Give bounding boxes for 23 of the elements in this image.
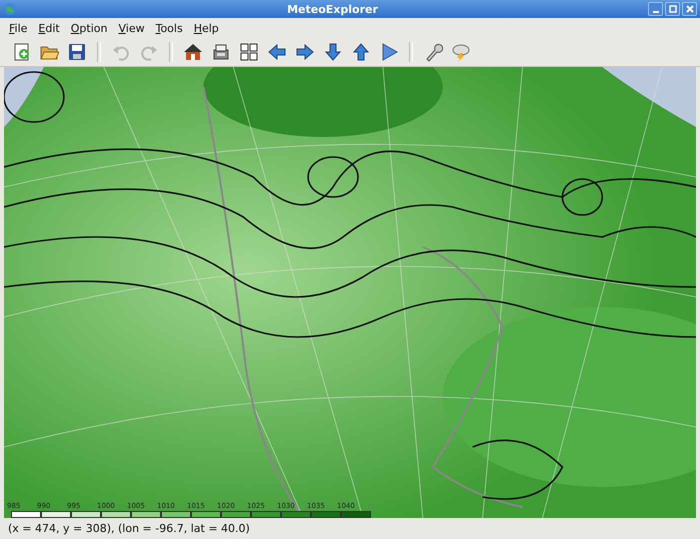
window-title: MeteoExplorer [286,2,379,16]
house-icon [183,42,203,62]
globe-icon [3,2,17,16]
menu-item[interactable]: Help [188,20,224,36]
minimize-icon [652,10,658,12]
menu-item[interactable]: View [113,20,150,36]
close-icon [684,4,694,14]
menu-item[interactable]: File [4,20,32,36]
storm-cloud-icon [451,42,471,62]
grid-layout-icon [239,42,259,62]
menu-item[interactable]: Tools [150,20,188,36]
left-arrow-icon [267,42,287,62]
close-button[interactable] [682,2,697,16]
printer-icon [211,42,231,62]
down-arrow-icon [323,42,343,62]
up-arrow-icon [351,42,371,62]
menu-item[interactable]: Edit [33,20,65,36]
minimize-button[interactable] [648,2,663,16]
maximize-button[interactable] [665,2,680,16]
menu-item[interactable]: Option [66,20,112,36]
maximize-icon [668,4,678,14]
right-arrow-icon [295,42,315,62]
status-text: (x = 474, y = 308), (lon = -96.7, lat = 40.0) [7,521,251,537]
